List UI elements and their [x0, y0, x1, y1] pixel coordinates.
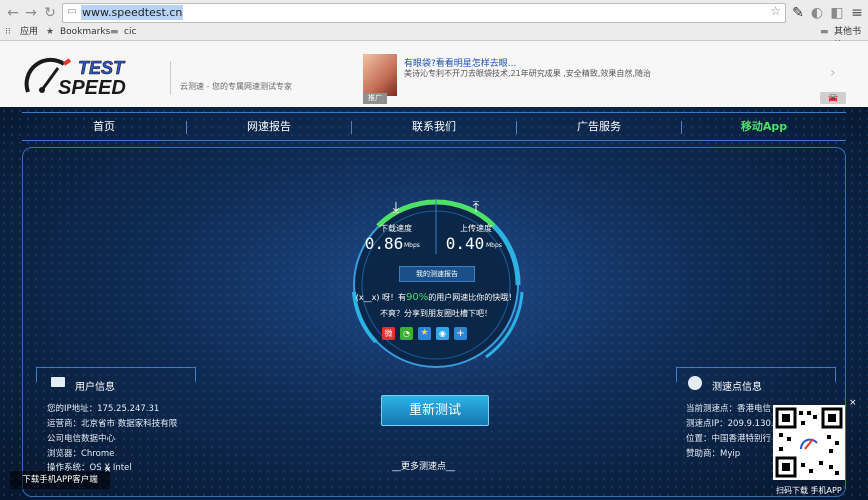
server-node: 当前测速点：香港电信	[686, 404, 772, 414]
ad-tag: 推广	[363, 93, 387, 104]
star-icon: ★	[46, 27, 55, 37]
extension-icon[interactable]: ◐	[808, 4, 826, 22]
star-icon[interactable]: ☆	[770, 4, 781, 18]
qr-code-image	[775, 407, 843, 478]
nav-ad-service[interactable]: 广告服务	[517, 113, 681, 140]
forward-arrow-icon[interactable]: →	[22, 4, 40, 22]
nav-home[interactable]: 首页	[22, 113, 186, 140]
qzone-share-icon[interactable]: ★	[418, 327, 431, 340]
ad-description[interactable]: 美诗沁专利不开刀去眼袋技术,21年研究成果 ,安全精致,效果自然,随治	[404, 68, 651, 79]
edit-icon[interactable]: ✎	[789, 4, 807, 22]
folder-icon: ▬	[110, 27, 119, 37]
page-icon: ▭	[67, 6, 77, 17]
comparison-suffix: 的用户网速比你的快哦！	[428, 293, 517, 302]
comparison-message: (x__x) 呀！有90%的用户网速比你的快哦！	[346, 292, 526, 303]
qr-close-icon[interactable]: ×	[849, 398, 857, 408]
menu-icon[interactable]: ≡	[848, 4, 866, 22]
gauge-rings	[352, 199, 524, 368]
site-header: TEST SPEED 云测速 - 您的专属网速测试专家 有眼袋?看看明星怎样去眼…	[0, 41, 868, 107]
server-ip: 测速点IP：209.9.130.	[686, 419, 774, 429]
user-isp-cont: 公司电信数据中心	[47, 434, 116, 444]
bookmark-cic[interactable]: cic	[124, 25, 136, 39]
site-slogan: 云测速 - 您的专属网速测试专家	[180, 82, 292, 91]
url-text[interactable]: www.speedtest.cn	[81, 5, 184, 20]
download-label: 下载速度	[380, 224, 412, 233]
speed-gauge: ⤓ ⤒ 下载速度 上传速度 0.86 Mbps 0.40 Mbps 我的测速报告…	[336, 192, 536, 378]
speedtest-logo[interactable]: TEST SPEED	[24, 54, 164, 98]
more-nodes-link[interactable]: __更多测速点__	[392, 459, 455, 472]
reload-icon[interactable]: ↻	[41, 4, 59, 22]
apps-grid-icon[interactable]: ⁝⁝	[5, 25, 11, 39]
user-ip: 您的IP地址：175.25.247.31	[47, 404, 160, 414]
qr-label: 扫码下载 手机APP	[776, 486, 842, 495]
bookmarks-bar: ⁝⁝ 应用 ★ Bookmarks ▬ cic ▬ 其他书签	[0, 23, 868, 51]
download-unit: Mbps	[404, 242, 420, 249]
server-location: 位置：中国香港特别行	[686, 434, 772, 444]
upload-icon: ⤒	[472, 198, 480, 216]
user-browser: 浏览器：Chrome	[47, 449, 115, 459]
my-report-button[interactable]: 我的测速报告	[399, 266, 475, 282]
header-divider	[170, 61, 171, 95]
globe-icon	[688, 376, 702, 390]
browser-chrome: ← → ↻ ▭ www.speedtest.cn ☆ ✎ ◐ ◧ ≡ ⁝⁝ 应用…	[0, 0, 868, 51]
nav-contact[interactable]: 联系我们	[352, 113, 516, 140]
main-nav: 首页 网速报告 联系我们 广告服务 移动App	[22, 112, 846, 141]
server-info-title: 测速点信息	[712, 382, 762, 393]
nav-mobile-app[interactable]: 移动App	[682, 113, 846, 140]
app-download-bar[interactable]: 下载手机APP客户端	[10, 471, 110, 489]
upload-label: 上传速度	[460, 224, 492, 233]
bookmark-other[interactable]: 其他书签	[834, 25, 868, 51]
svg-text:TEST: TEST	[78, 58, 126, 78]
svg-text:SPEED: SPEED	[58, 77, 126, 98]
ad-image[interactable]	[363, 54, 397, 96]
back-arrow-icon[interactable]: ←	[4, 4, 22, 22]
car-icon[interactable]: 🚘	[820, 92, 846, 104]
nav-speed-report[interactable]: 网速报告	[187, 113, 351, 140]
bookmark-apps[interactable]: 应用	[20, 25, 38, 39]
comparison-prefix: (x__x) 呀！有	[355, 293, 407, 302]
bookmark-bookmarks[interactable]: Bookmarks	[60, 25, 110, 39]
tencent-weibo-share-icon[interactable]: ◉	[436, 327, 449, 340]
download-value: 0.86	[364, 234, 404, 253]
chevron-right-icon[interactable]: ›	[830, 65, 836, 81]
retest-button[interactable]: 重新测试	[381, 395, 489, 426]
download-icon: ⤓	[392, 198, 400, 216]
comparison-percent: 90%	[406, 292, 429, 303]
wechat-share-icon[interactable]: ◔	[400, 327, 413, 340]
extension-icon[interactable]: ◧	[828, 4, 846, 22]
more-share-icon[interactable]: +	[454, 327, 467, 340]
id-card-icon	[51, 377, 65, 387]
user-isp: 运营商：北京省市 数据家科技有限	[47, 419, 178, 429]
address-bar[interactable]: ▭ www.speedtest.cn ☆	[62, 3, 786, 23]
user-info-title: 用户信息	[75, 382, 115, 393]
upload-unit: Mbps	[486, 242, 502, 249]
server-sponsor: 赞助商：Myip	[686, 449, 741, 459]
app-qr-code[interactable]	[773, 405, 845, 480]
upload-value: 0.40	[445, 234, 485, 253]
folder-icon: ▬	[820, 27, 829, 37]
weibo-share-icon[interactable]: 微	[382, 327, 395, 340]
app-bar-close-icon[interactable]: ×	[104, 465, 112, 475]
share-message: 不爽？分享到朋友圈吐槽下吧！	[380, 309, 492, 318]
